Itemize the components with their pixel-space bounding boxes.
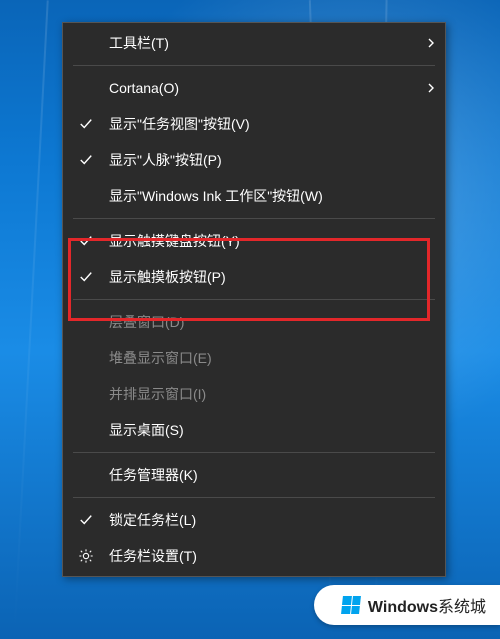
windows-logo-icon: [341, 596, 361, 614]
menu-item-task-manager[interactable]: 任务管理器(K): [63, 457, 445, 493]
menu-item-people[interactable]: 显示"人脉"按钮(P): [63, 142, 445, 178]
gear-icon: [63, 548, 109, 564]
menu-item-label: 堆叠显示窗口(E): [109, 348, 417, 368]
menu-item-cascade: 层叠窗口(D): [63, 304, 445, 340]
menu-item-label: 显示"Windows Ink 工作区"按钮(W): [109, 186, 417, 206]
menu-item-touchpad[interactable]: 显示触摸板按钮(P): [63, 259, 445, 295]
menu-separator: [73, 452, 435, 453]
chevron-right-icon: [417, 83, 445, 93]
menu-item-label: 显示桌面(S): [109, 420, 417, 440]
taskbar-context-menu: 工具栏(T) Cortana(O) 显示"任务视图"按钮(V) 显示"人脉"按钮(P)…: [62, 22, 446, 577]
desktop-background: 工具栏(T) Cortana(O) 显示"任务视图"按钮(V) 显示"人脉"按钮(P)…: [0, 0, 500, 639]
menu-item-taskbar-settings[interactable]: 任务栏设置(T): [63, 538, 445, 574]
check-icon: [63, 153, 109, 167]
menu-item-label: Cortana(O): [109, 80, 417, 96]
menu-item-label: 工具栏(T): [109, 33, 417, 53]
menu-separator: [73, 497, 435, 498]
decorative-beam: [13, 0, 48, 638]
menu-separator: [73, 218, 435, 219]
chevron-right-icon: [417, 38, 445, 48]
watermark-pill: Windows系统城: [314, 585, 500, 625]
menu-item-touch-keyboard[interactable]: 显示触摸键盘按钮(Y): [63, 223, 445, 259]
menu-item-label: 任务管理器(K): [109, 465, 417, 485]
menu-item-label: 任务栏设置(T): [109, 546, 417, 566]
menu-item-ink[interactable]: 显示"Windows Ink 工作区"按钮(W): [63, 178, 445, 214]
menu-item-cortana[interactable]: Cortana(O): [63, 70, 445, 106]
menu-item-stacked: 堆叠显示窗口(E): [63, 340, 445, 376]
menu-item-label: 显示"任务视图"按钮(V): [109, 114, 417, 134]
menu-item-lock-taskbar[interactable]: 锁定任务栏(L): [63, 502, 445, 538]
menu-separator: [73, 299, 435, 300]
check-icon: [63, 234, 109, 248]
menu-item-label: 锁定任务栏(L): [109, 510, 417, 530]
menu-item-side-by-side: 并排显示窗口(I): [63, 376, 445, 412]
menu-item-label: 显示触摸板按钮(P): [109, 267, 417, 287]
menu-item-label: 并排显示窗口(I): [109, 384, 417, 404]
check-icon: [63, 513, 109, 527]
check-icon: [63, 117, 109, 131]
menu-item-show-desktop[interactable]: 显示桌面(S): [63, 412, 445, 448]
watermark-text: Windows系统城: [368, 593, 486, 617]
check-icon: [63, 270, 109, 284]
menu-item-toolbars[interactable]: 工具栏(T): [63, 25, 445, 61]
menu-item-label: 层叠窗口(D): [109, 312, 417, 332]
menu-item-label: 显示"人脉"按钮(P): [109, 150, 417, 170]
menu-item-label: 显示触摸键盘按钮(Y): [109, 231, 417, 251]
menu-item-task-view[interactable]: 显示"任务视图"按钮(V): [63, 106, 445, 142]
menu-separator: [73, 65, 435, 66]
